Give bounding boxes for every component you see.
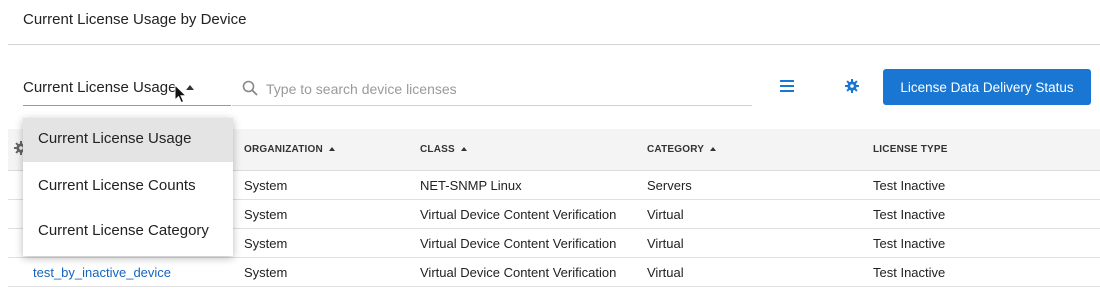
license-type-cell: Test Inactive — [873, 207, 946, 222]
table-row[interactable]: test_by_inactive_device System Virtual D… — [8, 258, 1100, 287]
menu-item-current-license-category[interactable]: Current License Category — [23, 210, 233, 254]
column-header-class[interactable]: CLASS — [420, 144, 467, 155]
class-cell: NET-SNMP Linux — [420, 178, 522, 193]
organization-cell: System — [244, 178, 288, 193]
license-data-delivery-status-button[interactable]: License Data Delivery Status — [883, 69, 1091, 105]
settings-icon[interactable] — [845, 79, 859, 98]
search-field[interactable] — [232, 71, 752, 106]
toolbar: Current License Usage Type to search dev… — [0, 58, 1100, 108]
class-cell: Virtual Device Content Verification — [420, 207, 617, 222]
search-input[interactable] — [264, 77, 728, 101]
device-link[interactable]: test_by_inactive_device — [33, 265, 171, 280]
class-cell: Virtual Device Content Verification — [420, 236, 617, 251]
menu-item-current-license-counts[interactable]: Current License Counts — [23, 165, 233, 209]
list-view-icon[interactable] — [780, 79, 794, 97]
cursor-icon — [174, 83, 188, 109]
class-cell: Virtual Device Content Verification — [420, 265, 617, 280]
menu-item-current-license-usage[interactable]: Current License Usage — [23, 118, 233, 162]
title-divider — [8, 44, 1100, 45]
view-select-value: Current License Usage — [23, 79, 177, 96]
view-select-dropdown: Current License Usage Current License Co… — [23, 118, 233, 256]
category-cell: Virtual — [647, 207, 684, 222]
organization-cell: System — [244, 236, 288, 251]
column-header-category[interactable]: CATEGORY — [647, 144, 717, 155]
sort-ascending-icon — [710, 147, 717, 151]
category-cell: Virtual — [647, 236, 684, 251]
category-cell: Servers — [647, 178, 692, 193]
category-cell: Virtual — [647, 265, 684, 280]
search-icon — [242, 80, 258, 101]
sort-ascending-icon — [460, 147, 467, 151]
organization-cell: System — [244, 265, 288, 280]
sort-ascending-icon — [328, 147, 335, 151]
license-type-cell: Test Inactive — [873, 265, 946, 280]
license-type-cell: Test Inactive — [873, 178, 946, 193]
page-title: Current License Usage by Device — [23, 11, 247, 28]
column-header-organization[interactable]: ORGANIZATION — [244, 144, 335, 155]
view-select[interactable]: Current License Usage — [23, 71, 231, 106]
organization-cell: System — [244, 207, 288, 222]
column-header-license-type[interactable]: LICENSE TYPE — [873, 144, 948, 155]
license-type-cell: Test Inactive — [873, 236, 946, 251]
